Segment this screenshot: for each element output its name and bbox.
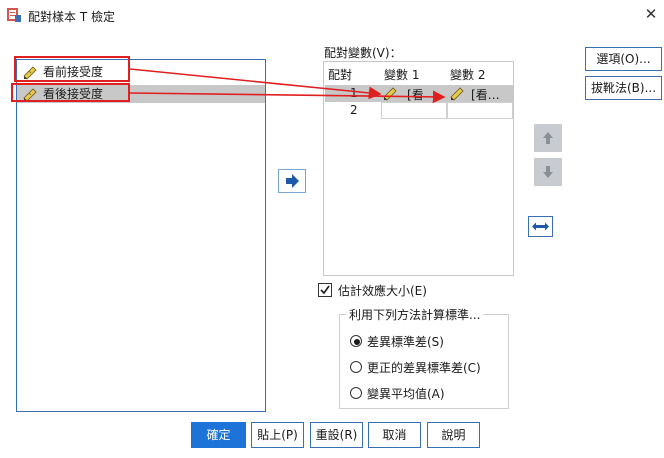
annotation-arrows: [129, 68, 446, 104]
ok-button[interactable]: 確定: [191, 422, 246, 448]
swap-icon: [532, 222, 549, 231]
std-radio-label: 更正的差異標準差(C): [367, 361, 481, 375]
standardizer-group-title: 利用下列方法計算標準...: [346, 306, 484, 323]
checkmark-icon: [320, 285, 330, 295]
effect-size-checkbox[interactable]: [318, 283, 332, 297]
arrow-up-icon: [543, 132, 553, 144]
help-button[interactable]: 說明: [427, 422, 480, 448]
std-radio-label: 變異平均值(A): [367, 387, 445, 401]
paste-button[interactable]: 貼上(P): [251, 422, 304, 448]
swap-variables-button[interactable]: [528, 216, 553, 237]
bootstrap-button[interactable]: 拔靴法(B)...: [585, 76, 662, 100]
std-radio-average-variance[interactable]: [350, 387, 362, 399]
std-radio-label: 差異標準差(S): [367, 335, 444, 349]
arrow-down-icon: [543, 166, 553, 178]
cancel-button[interactable]: 取消: [368, 422, 421, 448]
move-up-button[interactable]: [534, 124, 562, 152]
options-button[interactable]: 選項(O)...: [585, 47, 662, 71]
reset-button[interactable]: 重設(R): [310, 422, 363, 448]
std-radio-corrected-sd[interactable]: [350, 361, 362, 373]
std-radio-difference-sd[interactable]: [350, 335, 362, 347]
effect-size-label: 估計效應大小(E): [338, 284, 427, 298]
move-down-button[interactable]: [534, 158, 562, 186]
